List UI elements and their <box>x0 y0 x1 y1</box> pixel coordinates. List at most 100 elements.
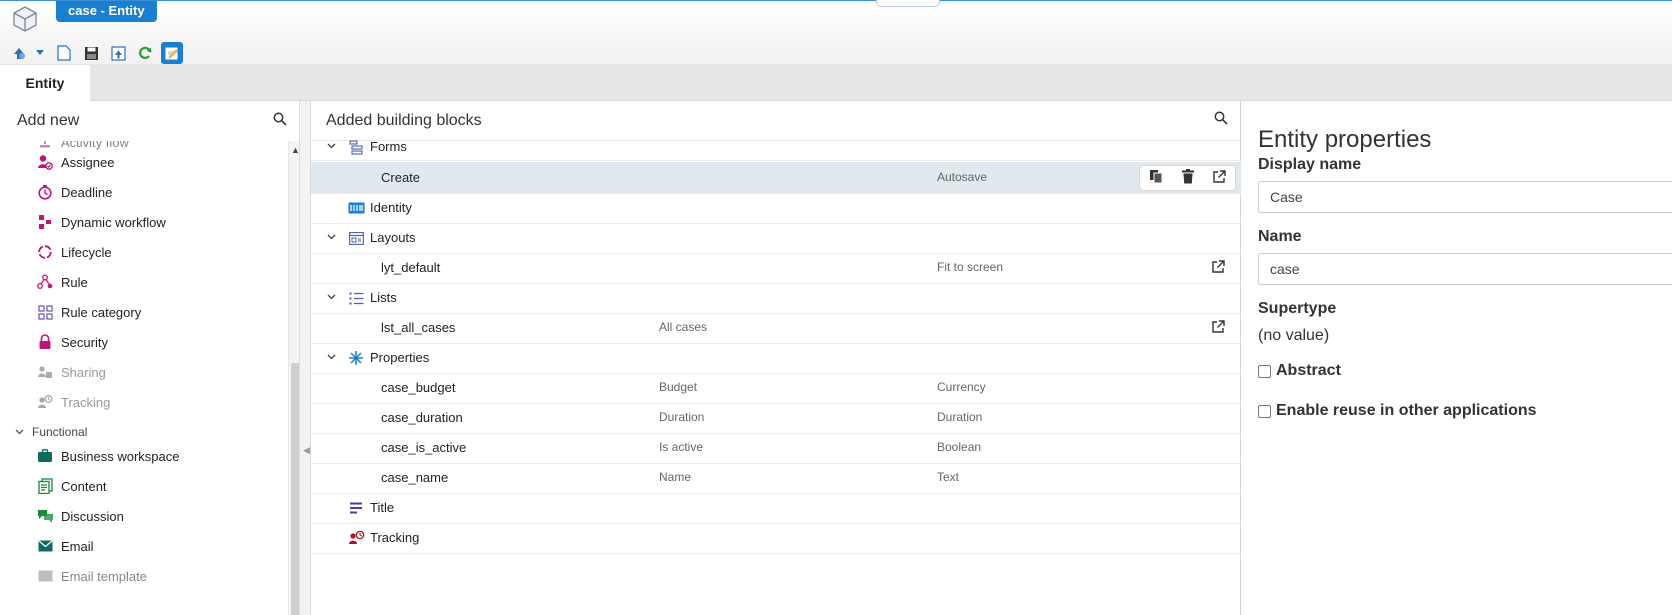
group-row-forms[interactable]: Forms <box>311 131 1241 161</box>
open-external-icon[interactable] <box>1211 260 1227 276</box>
copy-icon[interactable] <box>1149 169 1164 187</box>
dropdown-arrow-icon[interactable] <box>35 42 45 64</box>
rule-category-icon <box>36 303 54 321</box>
add-new-panel: Add new Activity flow Assignee Deadline … <box>0 101 300 615</box>
chevron-down-icon[interactable] <box>326 232 336 242</box>
assignee-icon <box>36 153 54 171</box>
list-item-content[interactable]: Content <box>36 476 107 496</box>
group-row-title[interactable]: Title <box>311 492 1241 524</box>
supertype-value: (no value) <box>1258 327 1330 344</box>
table-row-case-budget[interactable]: case_budget Budget Currency <box>311 372 1241 404</box>
list-item-assignee[interactable]: Assignee <box>36 152 114 172</box>
group-row-properties[interactable]: Properties <box>311 342 1241 374</box>
tab-entity[interactable]: Entity <box>0 65 90 101</box>
list-item-lifecycle[interactable]: Lifecycle <box>36 242 112 262</box>
collapse-left-icon[interactable]: ◀ <box>303 445 310 456</box>
scroll-thumb[interactable] <box>291 363 299 615</box>
chevron-down-icon[interactable] <box>326 352 336 362</box>
list-item-activity-flow[interactable]: Activity flow <box>36 141 129 152</box>
abstract-label: Abstract <box>1276 362 1341 379</box>
chevron-down-icon[interactable] <box>326 141 336 151</box>
edit-mode-icon[interactable] <box>161 42 183 64</box>
discussion-icon <box>36 507 54 525</box>
title-bar: case - Entity <box>0 0 1672 64</box>
properties-icon <box>347 349 365 367</box>
reuse-checkbox-row[interactable]: Enable reuse in other applications <box>1258 402 1537 420</box>
table-row-case-duration[interactable]: case_duration Duration Duration <box>311 402 1241 434</box>
added-building-blocks-title: Added building blocks <box>326 111 482 129</box>
list-item-tracking[interactable]: Tracking <box>36 392 110 412</box>
table-row-lyt-default[interactable]: lyt_default Fit to screen <box>311 252 1241 284</box>
publish-icon[interactable] <box>8 42 30 64</box>
list-item-deadline[interactable]: Deadline <box>36 182 112 202</box>
display-name-field[interactable]: Case <box>1258 181 1672 213</box>
rule-icon <box>36 273 54 291</box>
identity-icon <box>347 199 365 217</box>
app-window: case - Entity Entity Add new Activity fl… <box>0 0 1672 615</box>
group-row-layouts[interactable]: Layouts <box>311 222 1241 254</box>
panel-splitter[interactable]: ◀ <box>300 101 311 615</box>
add-new-header: Add new <box>0 101 299 141</box>
table-row-case-name[interactable]: case_name Name Text <box>311 462 1241 494</box>
sharing-icon <box>36 363 54 381</box>
entity-properties-panel: Entity properties Display name Case Name… <box>1242 101 1672 615</box>
top-pull-handle[interactable] <box>876 0 940 7</box>
list-item-security[interactable]: Security <box>36 332 108 352</box>
abstract-checkbox-row[interactable]: Abstract <box>1258 362 1341 380</box>
layouts-icon <box>347 229 365 247</box>
open-external-icon[interactable] <box>1211 320 1227 336</box>
added-building-blocks-panel: Added building blocks Forms Create Autos… <box>311 101 1241 615</box>
email-template-icon <box>36 567 54 585</box>
open-external-icon[interactable] <box>1212 169 1226 187</box>
search-icon[interactable] <box>1214 111 1228 130</box>
reuse-checkbox[interactable] <box>1258 404 1271 418</box>
title-icon <box>347 499 365 517</box>
delete-icon[interactable] <box>1182 169 1194 187</box>
toolbar <box>8 42 188 64</box>
activity-flow-icon <box>36 141 54 151</box>
table-row-case-is-active[interactable]: case_is_active Is active Boolean <box>311 432 1241 464</box>
list-item-email[interactable]: Email <box>36 536 94 556</box>
table-row-create[interactable]: Create Autosave <box>311 162 1241 194</box>
list-item-email-template[interactable]: Email template <box>36 566 147 586</box>
table-row-lst-all-cases[interactable]: lst_all_cases All cases <box>311 312 1241 344</box>
app-cube-logo-icon <box>11 5 39 33</box>
refresh-icon[interactable] <box>134 42 156 64</box>
content-icon <box>36 477 54 495</box>
list-item-business-workspace[interactable]: Business workspace <box>36 446 180 466</box>
new-document-icon[interactable] <box>53 42 75 64</box>
document-title-tab[interactable]: case - Entity <box>56 1 157 22</box>
group-row-tracking[interactable]: Tracking <box>311 522 1241 554</box>
lifecycle-icon <box>36 243 54 261</box>
scroll-up-icon[interactable]: ▲ <box>291 145 299 155</box>
deadline-icon <box>36 183 54 201</box>
list-item-discussion[interactable]: Discussion <box>36 506 124 526</box>
search-icon[interactable] <box>273 112 287 131</box>
list-item-rule-category[interactable]: Rule category <box>36 302 141 322</box>
reuse-label: Enable reuse in other applications <box>1276 402 1537 419</box>
save-icon[interactable] <box>80 42 102 64</box>
left-panel-scrollbar[interactable]: ▲ <box>288 141 299 615</box>
name-label: Name <box>1258 228 1302 245</box>
list-item-dynamic-workflow[interactable]: Dynamic workflow <box>36 212 166 232</box>
email-icon <box>36 537 54 555</box>
editor-tab-strip: Entity <box>0 64 1672 101</box>
abstract-checkbox[interactable] <box>1258 364 1271 378</box>
export-icon[interactable] <box>107 42 129 64</box>
group-row-lists[interactable]: Lists <box>311 282 1241 314</box>
tracking-icon <box>36 393 54 411</box>
chevron-down-icon[interactable] <box>326 292 336 302</box>
supertype-label: Supertype <box>1258 300 1337 317</box>
forms-icon <box>347 138 365 156</box>
list-item-sharing[interactable]: Sharing <box>36 362 106 382</box>
dynamic-workflow-icon <box>36 213 54 231</box>
list-item-rule[interactable]: Rule <box>36 272 88 292</box>
display-name-label: Display name <box>1258 156 1362 173</box>
lock-icon <box>36 333 54 351</box>
category-functional[interactable]: Functional <box>15 422 87 442</box>
briefcase-icon <box>36 447 54 465</box>
add-new-title: Add new <box>17 112 80 129</box>
name-field[interactable]: case <box>1258 253 1672 285</box>
building-block-list: Activity flow Assignee Deadline Dynamic … <box>0 141 288 615</box>
group-row-identity[interactable]: Identity <box>311 192 1241 224</box>
